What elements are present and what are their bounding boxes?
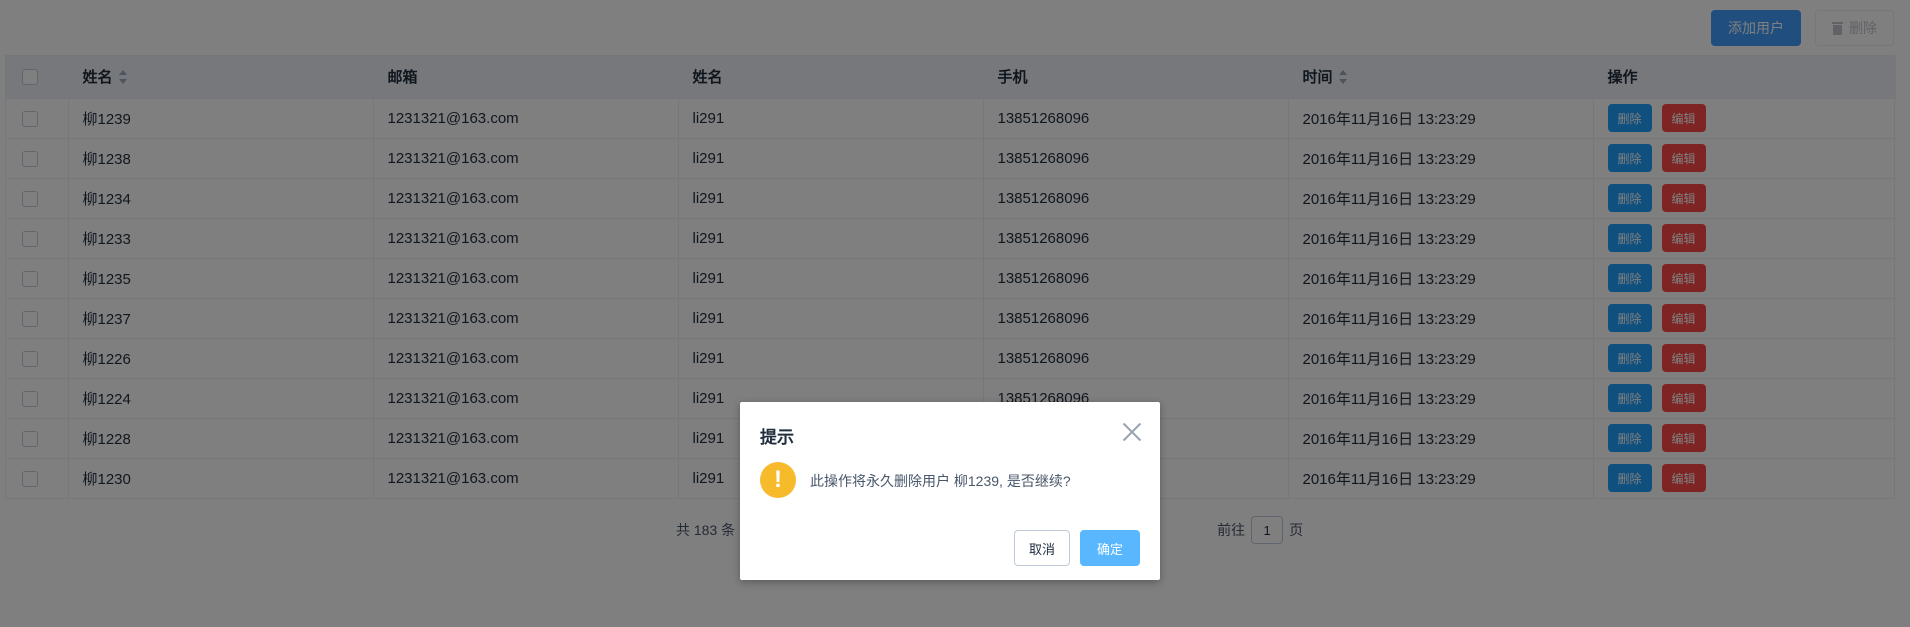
dialog-message: 此操作将永久删除用户 柳1239, 是否继续? (810, 473, 1071, 489)
dialog-footer: 取消 确定 (1013, 530, 1140, 566)
dialog-title: 提示 (760, 428, 794, 447)
warning-icon: ! (760, 462, 796, 498)
page: 添加用户 删除 (0, 0, 1910, 627)
confirm-dialog: 提示 ! 此操作将永久删除用户 柳1239, 是否继续? 取消 确定 (740, 402, 1160, 580)
cancel-button[interactable]: 取消 (1013, 530, 1070, 566)
confirm-button[interactable]: 确定 (1079, 530, 1140, 566)
close-icon[interactable] (1122, 422, 1142, 442)
